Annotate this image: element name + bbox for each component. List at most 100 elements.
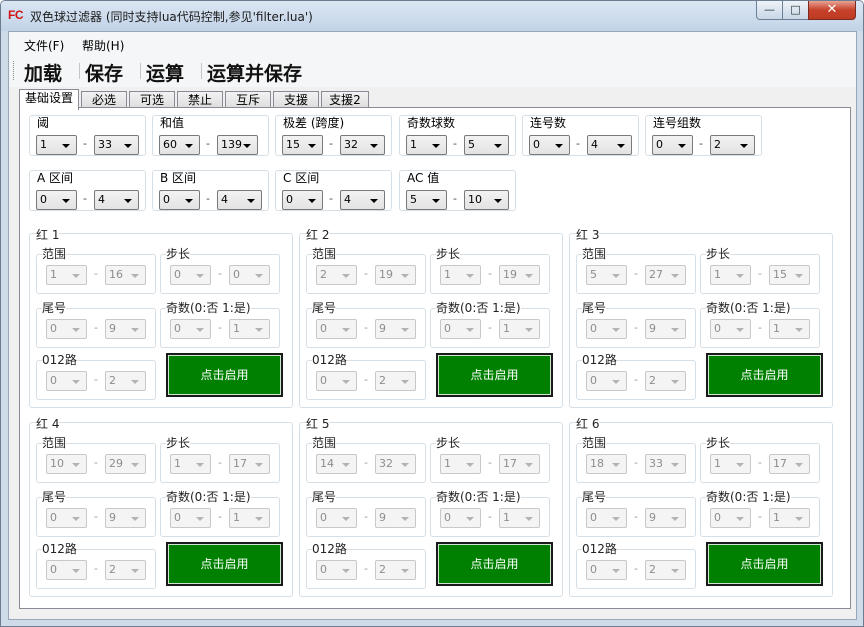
red-tail-subgroup: 尾号 0-9 [576, 488, 696, 537]
red-step-max-select[interactable]: 17 [769, 454, 810, 474]
red-road-min-select[interactable]: 0 [586, 560, 627, 580]
compute-button[interactable]: 运算 [146, 59, 184, 86]
consecutive-groups-max-select[interactable]: 2 [710, 135, 755, 155]
red-step-max-select[interactable]: 19 [499, 265, 540, 285]
consecutive-groups-min-select[interactable]: 0 [652, 135, 693, 155]
red-road-min-select[interactable]: 0 [46, 560, 87, 580]
red-road-max-select[interactable]: 2 [645, 560, 686, 580]
red-road-max-select[interactable]: 2 [375, 371, 416, 391]
load-button[interactable]: 加载 [24, 59, 62, 86]
red-odd-max-select[interactable]: 1 [229, 319, 270, 339]
red-range-max-select[interactable]: 27 [645, 265, 686, 285]
red-road-max-select[interactable]: 2 [645, 371, 686, 391]
red-range-min-select[interactable]: 5 [586, 265, 627, 285]
enable-button[interactable]: 点击启用 [166, 542, 283, 586]
maximize-button[interactable]: □ [782, 1, 809, 20]
zone-a-max-select[interactable]: 4 [94, 190, 139, 210]
red-step-min-select[interactable]: 1 [440, 454, 481, 474]
red-odd-max-select[interactable]: 1 [499, 508, 540, 528]
consecutive-max-select[interactable]: 4 [587, 135, 632, 155]
red-step-max-select[interactable]: 15 [769, 265, 810, 285]
red-step-min-select[interactable]: 1 [170, 454, 211, 474]
menu-help[interactable]: 帮助(H) [82, 37, 124, 54]
red-range-min-select[interactable]: 1 [46, 265, 87, 285]
span-min-select[interactable]: 15 [282, 135, 323, 155]
red-odd-min-select[interactable]: 0 [710, 508, 751, 528]
red-odd-min-select[interactable]: 0 [170, 508, 211, 528]
red-tail-max-select[interactable]: 9 [375, 319, 416, 339]
red-odd-max-select[interactable]: 1 [769, 319, 810, 339]
red-tail-min-select[interactable]: 0 [46, 508, 87, 528]
menu-file[interactable]: 文件(F) [24, 37, 64, 54]
red-road-max-select[interactable]: 2 [375, 560, 416, 580]
red-tail-max-select[interactable]: 9 [375, 508, 416, 528]
red-odd-min-select[interactable]: 0 [170, 319, 211, 339]
save-button[interactable]: 保存 [85, 59, 123, 86]
zone-c-min-select[interactable]: 0 [282, 190, 323, 210]
red-road-max-select[interactable]: 2 [105, 560, 146, 580]
red-tail-min-select[interactable]: 0 [586, 319, 627, 339]
red-tail-min-select[interactable]: 0 [316, 319, 357, 339]
consecutive-min-select[interactable]: 0 [529, 135, 570, 155]
red-odd-min-select[interactable]: 0 [440, 508, 481, 528]
red-tail-min-select[interactable]: 0 [316, 508, 357, 528]
red-step-min-select[interactable]: 1 [710, 454, 751, 474]
zone-a-min-select[interactable]: 0 [36, 190, 77, 210]
red-range-max-select[interactable]: 32 [375, 454, 416, 474]
ac-value-min-select[interactable]: 5 [406, 190, 447, 210]
red-range-max-select[interactable]: 16 [105, 265, 146, 285]
title-bar[interactable]: FC 双色球过滤器 (同时支持lua代码控制,参见'filter.lua') —… [1, 1, 863, 31]
sum-min-select[interactable]: 60 [159, 135, 200, 155]
red-road-label: 012路 [312, 351, 347, 368]
red-road-min-select[interactable]: 0 [586, 371, 627, 391]
red-odd-min-select[interactable]: 0 [440, 319, 481, 339]
red-step-max-select[interactable]: 0 [229, 265, 270, 285]
red-tail-min-select[interactable]: 0 [586, 508, 627, 528]
enable-button[interactable]: 点击启用 [436, 542, 553, 586]
minimize-button[interactable]: — [756, 1, 783, 20]
enable-button[interactable]: 点击启用 [706, 542, 823, 586]
red-road-min-select[interactable]: 0 [46, 371, 87, 391]
odd-count-max-select[interactable]: 5 [464, 135, 509, 155]
red-range-min-select[interactable]: 10 [46, 454, 87, 474]
red-step-max-select[interactable]: 17 [499, 454, 540, 474]
red-step-min-select[interactable]: 0 [170, 265, 211, 285]
red-range-max-select[interactable]: 33 [645, 454, 686, 474]
red-road-min-select[interactable]: 0 [316, 560, 357, 580]
enable-button[interactable]: 点击启用 [706, 353, 823, 397]
red-odd-max-select[interactable]: 1 [229, 508, 270, 528]
odd-count-min-select[interactable]: 1 [406, 135, 447, 155]
zone-c-max-select[interactable]: 4 [340, 190, 385, 210]
red-range-min-select[interactable]: 2 [316, 265, 357, 285]
close-button[interactable]: ✕ [808, 1, 856, 20]
ac-value-max-select[interactable]: 10 [464, 190, 509, 210]
red-step-max-select[interactable]: 17 [229, 454, 270, 474]
compute-and-save-button[interactable]: 运算并保存 [207, 59, 302, 86]
enable-button[interactable]: 点击启用 [166, 353, 283, 397]
toolbar-grip[interactable] [13, 61, 15, 80]
red-step-min-select[interactable]: 1 [710, 265, 751, 285]
red-tail-max-select[interactable]: 9 [645, 508, 686, 528]
threshold-min-select[interactable]: 1 [36, 135, 77, 155]
red-range-max-select[interactable]: 29 [105, 454, 146, 474]
tab-basic-settings[interactable]: 基础设置 [19, 89, 79, 110]
enable-button[interactable]: 点击启用 [436, 353, 553, 397]
red-tail-min-select[interactable]: 0 [46, 319, 87, 339]
red-step-min-select[interactable]: 1 [440, 265, 481, 285]
zone-b-max-select[interactable]: 4 [217, 190, 262, 210]
span-max-select[interactable]: 32 [340, 135, 385, 155]
red-odd-max-select[interactable]: 1 [499, 319, 540, 339]
threshold-max-select[interactable]: 33 [94, 135, 139, 155]
red-range-min-select[interactable]: 18 [586, 454, 627, 474]
red-tail-max-select[interactable]: 9 [105, 319, 146, 339]
red-odd-max-select[interactable]: 1 [769, 508, 810, 528]
red-road-min-select[interactable]: 0 [316, 371, 357, 391]
red-range-max-select[interactable]: 19 [375, 265, 416, 285]
red-odd-min-select[interactable]: 0 [710, 319, 751, 339]
red-tail-max-select[interactable]: 9 [645, 319, 686, 339]
red-range-min-select[interactable]: 14 [316, 454, 357, 474]
red-road-max-select[interactable]: 2 [105, 371, 146, 391]
zone-b-min-select[interactable]: 0 [159, 190, 200, 210]
sum-max-select[interactable]: 139 [217, 135, 258, 155]
red-tail-max-select[interactable]: 9 [105, 508, 146, 528]
